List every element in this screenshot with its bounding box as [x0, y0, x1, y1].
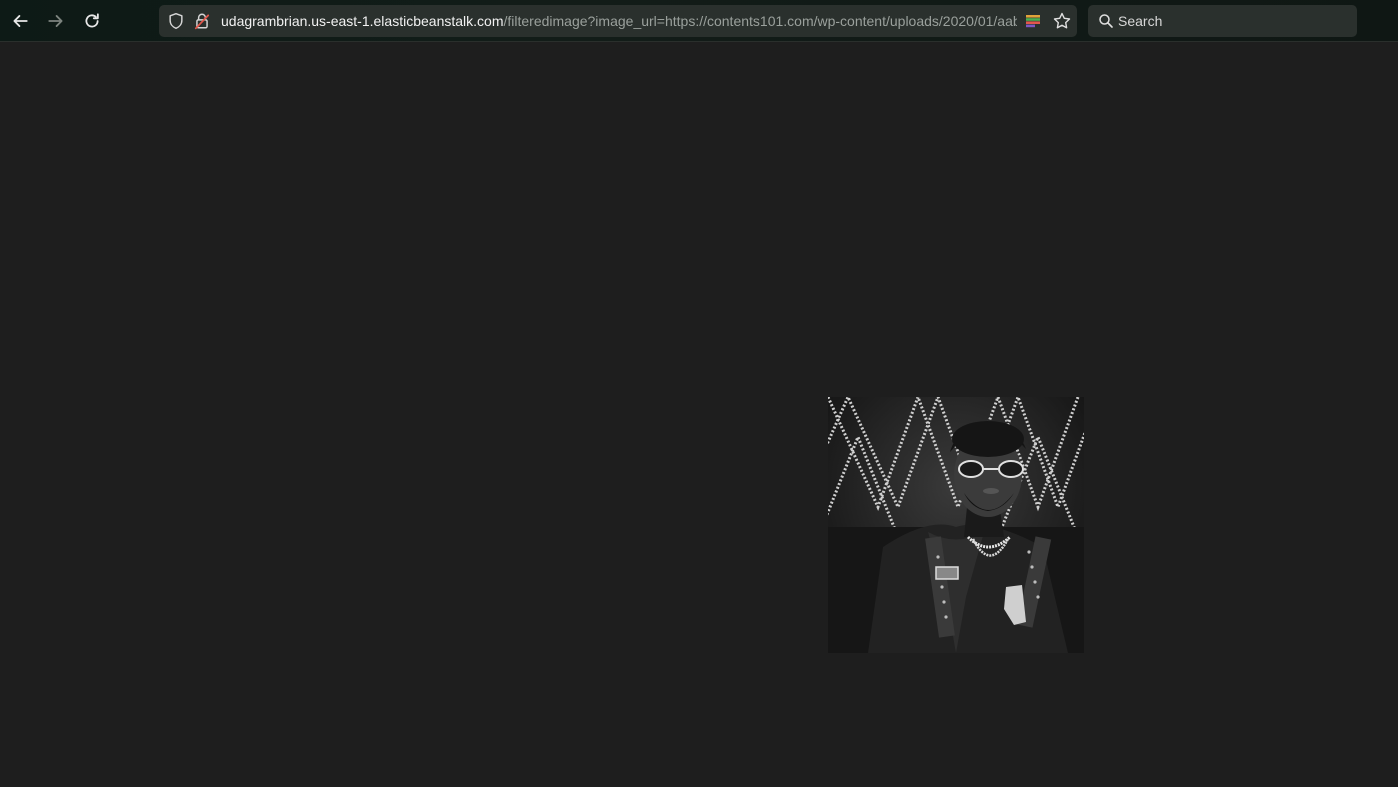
url-bar[interactable]: udagrambrian.us-east-1.elasticbeanstalk.… [159, 5, 1077, 37]
star-icon[interactable] [1052, 11, 1072, 31]
search-bar[interactable] [1088, 5, 1357, 37]
search-input[interactable] [1118, 5, 1343, 37]
forward-button[interactable] [41, 6, 71, 36]
insecure-lock-icon[interactable] [193, 12, 211, 30]
browser-toolbar: udagrambrian.us-east-1.elasticbeanstalk.… [0, 0, 1398, 42]
reload-button[interactable] [77, 6, 107, 36]
url-path: /filteredimage?image_url=https://content… [503, 13, 1017, 29]
back-button[interactable] [5, 6, 35, 36]
filtered-image [828, 397, 1084, 653]
arrow-left-icon [13, 15, 28, 27]
reload-icon [85, 13, 99, 28]
url-text[interactable]: udagrambrian.us-east-1.elasticbeanstalk.… [221, 5, 1017, 37]
photo-graphic [828, 397, 1084, 653]
arrow-right-icon [48, 15, 63, 27]
page-content [0, 42, 1398, 787]
url-host: udagrambrian.us-east-1.elasticbeanstalk.… [221, 13, 504, 29]
shield-icon[interactable] [167, 12, 185, 30]
color-extension-icon[interactable] [1025, 13, 1041, 29]
search-icon [1099, 14, 1113, 28]
